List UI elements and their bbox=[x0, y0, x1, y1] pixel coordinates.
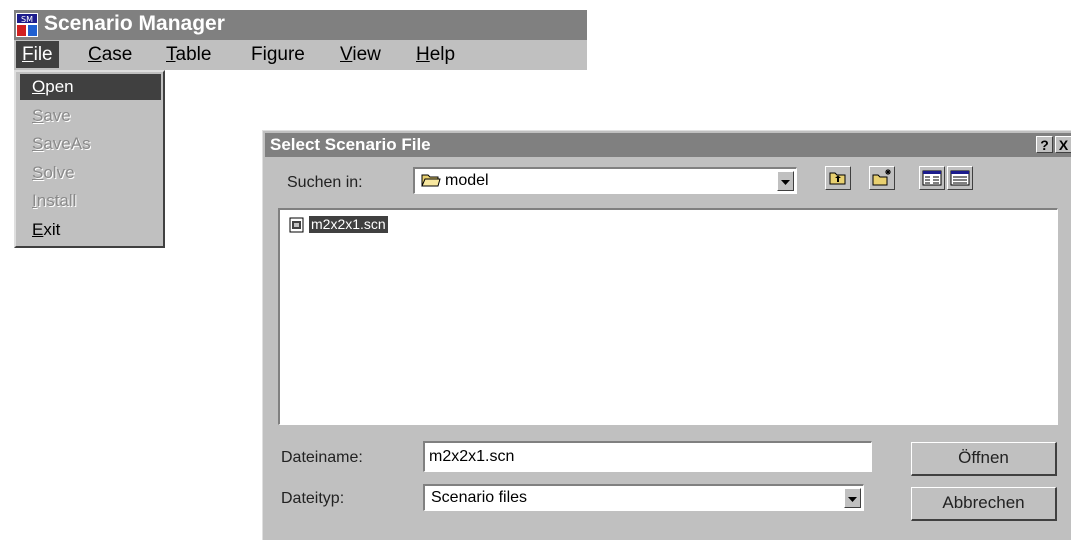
menu-table[interactable]: Table bbox=[160, 41, 217, 68]
filetype-select[interactable]: Scenario files bbox=[423, 484, 864, 511]
menu-case[interactable]: Case bbox=[82, 41, 138, 68]
look-in-dropdown-button[interactable] bbox=[777, 171, 794, 191]
new-folder-icon bbox=[870, 169, 894, 193]
app-icon-text: SM bbox=[21, 15, 33, 24]
help-button[interactable]: ? bbox=[1036, 136, 1053, 153]
details-view-icon bbox=[948, 170, 972, 193]
filetype-dropdown-button[interactable] bbox=[844, 488, 861, 508]
menubar: File Case Table Figure View Help bbox=[14, 40, 587, 70]
menu-item-open[interactable]: Open bbox=[20, 74, 161, 100]
open-button[interactable]: Öffnen bbox=[911, 442, 1057, 476]
look-in-combobox[interactable]: model bbox=[413, 167, 797, 194]
up-one-level-button[interactable] bbox=[825, 166, 851, 190]
filetype-label: Dateityp: bbox=[281, 490, 345, 507]
menu-file[interactable]: File bbox=[16, 41, 59, 68]
app-icon[interactable]: SM bbox=[16, 13, 38, 37]
filename-input[interactable]: m2x2x1.scn bbox=[423, 441, 872, 472]
menu-help[interactable]: Help bbox=[410, 41, 461, 68]
new-folder-button[interactable] bbox=[869, 166, 895, 190]
close-button[interactable]: X bbox=[1055, 136, 1071, 153]
look-in-label: Suchen in: bbox=[287, 174, 363, 191]
menu-item-saveas: SaveAs bbox=[32, 134, 91, 153]
folder-icon bbox=[421, 172, 441, 193]
main-titlebar[interactable]: SM Scenario Manager bbox=[14, 10, 587, 40]
menu-view[interactable]: View bbox=[334, 41, 387, 68]
list-view-icon bbox=[920, 170, 944, 193]
scn-file-icon bbox=[288, 216, 306, 239]
menu-item-solve: Solve bbox=[32, 163, 75, 182]
list-view-button[interactable] bbox=[919, 166, 945, 190]
menu-item-save: Save bbox=[32, 106, 71, 125]
cancel-button[interactable]: Abbrechen bbox=[911, 487, 1057, 521]
app-title: Scenario Manager bbox=[44, 12, 225, 35]
menu-item-exit[interactable]: Exit bbox=[20, 217, 161, 243]
menu-figure[interactable]: Figure bbox=[245, 41, 311, 68]
up-one-level-icon bbox=[826, 172, 850, 193]
look-in-value: model bbox=[445, 172, 489, 189]
details-view-button[interactable] bbox=[947, 166, 973, 190]
menu-item-install: Install bbox=[32, 191, 77, 210]
filetype-value: Scenario files bbox=[431, 489, 528, 506]
file-menu-dropdown: Open Save SaveAs Solve Install Exit bbox=[14, 70, 165, 248]
select-scenario-file-dialog: Select Scenario File ? X Suchen in: mode… bbox=[262, 130, 1071, 540]
dialog-title: Select Scenario File bbox=[270, 135, 431, 154]
file-list[interactable]: m2x2x1.scn bbox=[278, 208, 1058, 425]
dialog-titlebar[interactable]: Select Scenario File ? X bbox=[265, 133, 1071, 157]
filename-value: m2x2x1.scn bbox=[429, 448, 515, 465]
filename-label: Dateiname: bbox=[281, 449, 363, 466]
file-item-name: m2x2x1.scn bbox=[309, 216, 388, 233]
